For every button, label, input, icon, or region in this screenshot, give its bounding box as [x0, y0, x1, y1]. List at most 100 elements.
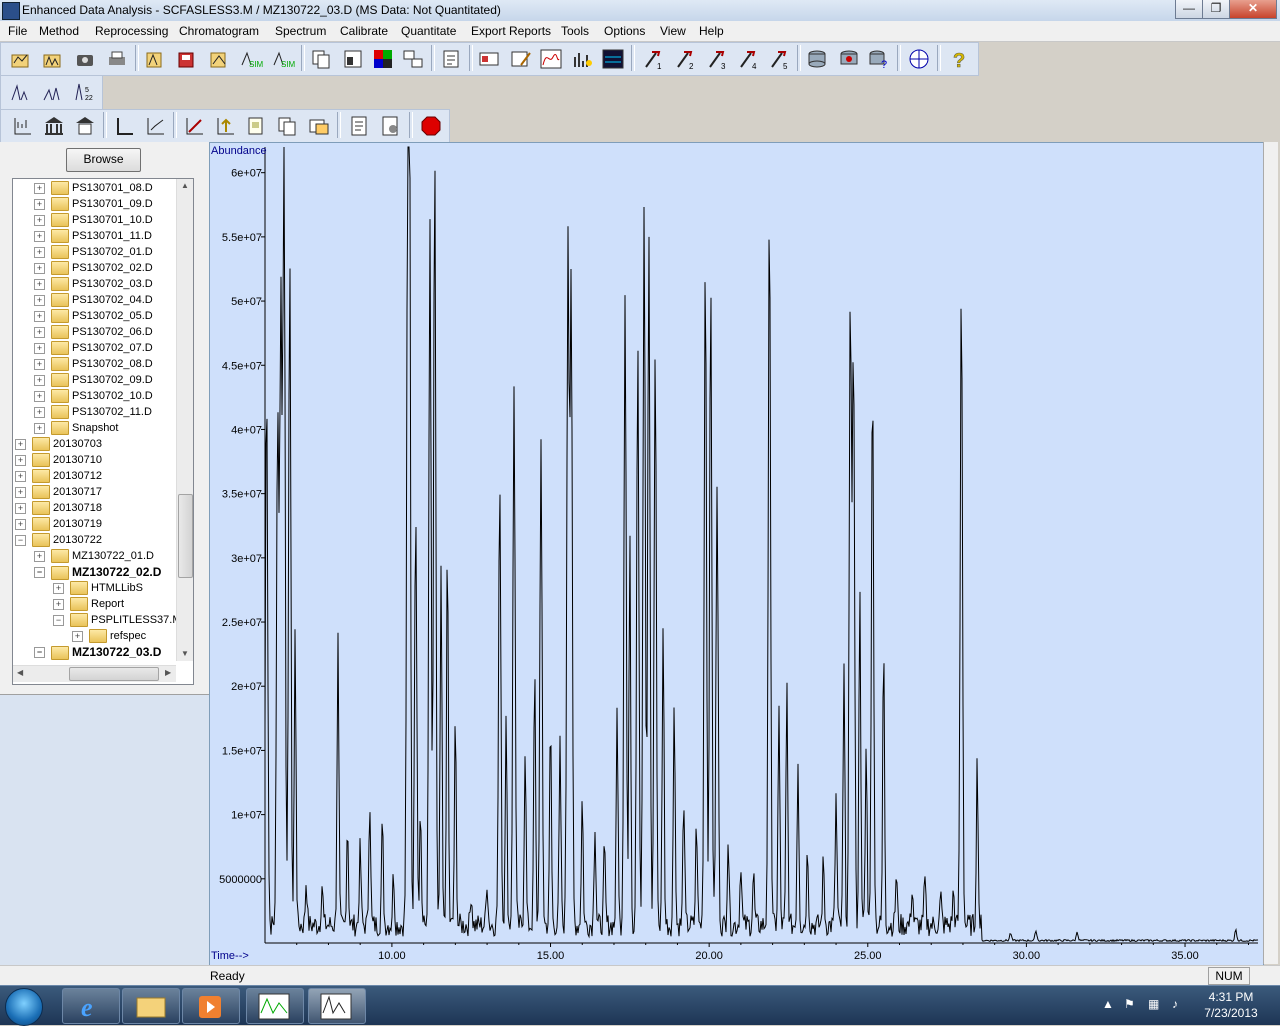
tree-item[interactable]: − 20130722 — [15, 532, 102, 548]
menu-view[interactable]: View — [660, 24, 686, 38]
tree-item[interactable]: + PS130701_08.D — [34, 180, 153, 196]
axis-scale-icon[interactable] — [11, 114, 35, 138]
spectrum-library-icon[interactable] — [571, 47, 595, 71]
menu-spectrum[interactable]: Spectrum — [275, 24, 326, 38]
file-tree[interactable]: + PS130701_08.D + PS130701_09.D + PS130701_10… — [12, 178, 194, 685]
minimize-button[interactable]: — — [1175, 0, 1203, 19]
expand-icon[interactable]: + — [15, 470, 26, 482]
tree-item[interactable]: +20130712 — [15, 468, 102, 484]
expand-icon[interactable]: + — [34, 326, 45, 338]
tree-item[interactable]: + PS130701_10.D — [34, 212, 153, 228]
chromatogram-panel[interactable]: 5000000 1e+07 1.5e+07 2e+07 2.5e+07 3e+07 3.5e… — [209, 142, 1264, 966]
menu-quantitate[interactable]: Quantitate — [401, 24, 456, 38]
expand-icon[interactable]: + — [34, 358, 45, 370]
menu-chromatogram[interactable]: Chromatogram — [179, 24, 259, 38]
scroll-left-icon[interactable]: ◀ — [17, 668, 23, 677]
document-icon[interactable] — [244, 114, 268, 138]
tree-item[interactable]: +20130718 — [15, 500, 102, 516]
tree-item[interactable]: + PS130702_07.D — [34, 340, 153, 356]
navigation-compass-icon[interactable] — [907, 47, 931, 71]
tool-2-icon[interactable]: 2 — [673, 47, 697, 71]
tree-item[interactable]: + Report — [53, 596, 124, 612]
tree-item[interactable]: +20130719 — [15, 516, 102, 532]
update-calibration-icon[interactable] — [214, 114, 238, 138]
library-icon[interactable] — [42, 114, 66, 138]
menu-reprocessing[interactable]: Reprocessing — [95, 24, 168, 38]
tree-horizontal-scrollbar[interactable]: ◀ ▶ — [13, 665, 176, 682]
scroll-thumb-horizontal[interactable] — [69, 667, 159, 681]
sim-scan-icon[interactable]: SIM — [271, 47, 296, 71]
expand-icon[interactable]: + — [15, 518, 26, 530]
notes-icon[interactable] — [439, 47, 463, 71]
tile-windows-icon[interactable] — [401, 47, 425, 71]
spectrum-view-icon[interactable] — [601, 47, 625, 71]
select-peak-icon[interactable] — [9, 80, 33, 104]
media-player-icon[interactable] — [182, 988, 240, 1024]
expand-icon[interactable]: + — [34, 406, 45, 418]
peak-list-icon[interactable]: 5 22 — [73, 80, 97, 104]
expand-icon[interactable]: + — [34, 342, 45, 354]
camera-icon[interactable] — [73, 47, 97, 71]
menu-options[interactable]: Options — [604, 24, 645, 38]
expand-icon[interactable]: + — [34, 550, 45, 562]
color-tiles-icon[interactable] — [371, 47, 395, 71]
library-search-icon[interactable] — [73, 114, 97, 138]
save-data-icon[interactable] — [175, 47, 199, 71]
volume-icon[interactable]: ♪ — [1172, 997, 1178, 1011]
manual-integration-icon[interactable] — [144, 114, 168, 138]
load-file-icon[interactable] — [9, 47, 33, 71]
tree-item[interactable]: + PS130701_11.D — [34, 228, 152, 244]
tree-item[interactable]: + PS130702_05.D — [34, 308, 153, 324]
tree-item[interactable]: − PSPLITLESS37.M — [53, 612, 182, 628]
baseline-icon[interactable] — [113, 114, 137, 138]
sample-info-icon[interactable] — [477, 47, 501, 71]
close-button[interactable]: ✕ — [1229, 0, 1277, 19]
expand-icon[interactable]: + — [34, 390, 45, 402]
copy-document-icon[interactable] — [275, 114, 299, 138]
sequence-icon[interactable] — [307, 114, 331, 138]
tree-item[interactable]: + refspec — [72, 628, 146, 644]
calibration-curve-icon[interactable] — [183, 114, 207, 138]
expand-icon[interactable]: + — [34, 294, 45, 306]
tree-item[interactable]: + PS130702_06.D — [34, 324, 153, 340]
tree-item[interactable]: + PS130702_08.D — [34, 356, 153, 372]
tree-item[interactable]: + PS130702_09.D — [34, 372, 153, 388]
sim-icon[interactable]: SIM — [239, 47, 264, 71]
start-button[interactable] — [5, 988, 43, 1026]
tree-item[interactable]: + PS130702_04.D — [34, 292, 153, 308]
menu-calibrate[interactable]: Calibrate — [340, 24, 388, 38]
chart-scrollbar[interactable] — [1263, 142, 1278, 964]
menu-method[interactable]: Method — [39, 24, 79, 38]
stop-icon[interactable] — [419, 114, 443, 138]
window-layout-icon[interactable] — [341, 47, 365, 71]
expand-icon[interactable]: + — [34, 246, 45, 258]
collapse-icon[interactable]: − — [15, 534, 26, 546]
tool-5-icon[interactable]: 5 — [767, 47, 791, 71]
report-icon[interactable] — [347, 114, 371, 138]
tree-vertical-scrollbar[interactable]: ▲ ▼ — [176, 179, 193, 661]
expand-icon[interactable]: + — [34, 182, 45, 194]
expand-icon[interactable]: + — [15, 454, 26, 466]
tree-item[interactable]: + HTMLLibS — [53, 580, 143, 596]
tree-item[interactable]: + PS130702_10.D — [34, 388, 153, 404]
scroll-thumb[interactable] — [178, 494, 193, 578]
collapse-icon[interactable]: − — [34, 567, 45, 579]
tree-item[interactable]: − MZ130722_03.D — [34, 644, 161, 660]
zoom-peak-icon[interactable] — [41, 80, 65, 104]
help-icon[interactable]: ? — [947, 47, 971, 73]
expand-icon[interactable]: + — [15, 486, 26, 498]
data-acquisition-app-icon[interactable] — [246, 988, 304, 1024]
tree-item[interactable]: − MZ130722_02.D — [34, 564, 161, 580]
export-icon[interactable] — [207, 47, 231, 71]
expand-icon[interactable]: + — [34, 230, 45, 242]
expand-icon[interactable]: + — [15, 502, 26, 514]
database-settings-icon[interactable] — [837, 47, 861, 71]
menu-help[interactable]: Help — [699, 24, 724, 38]
report-settings-icon[interactable] — [378, 114, 402, 138]
scroll-up-icon[interactable]: ▲ — [181, 181, 189, 190]
menu-export-reports[interactable]: Export Reports — [471, 24, 551, 38]
edit-method-icon[interactable] — [509, 47, 533, 71]
tool-4-icon[interactable]: 4 — [736, 47, 760, 71]
browse-button[interactable]: Browse — [66, 148, 141, 172]
expand-icon[interactable]: + — [34, 422, 45, 434]
